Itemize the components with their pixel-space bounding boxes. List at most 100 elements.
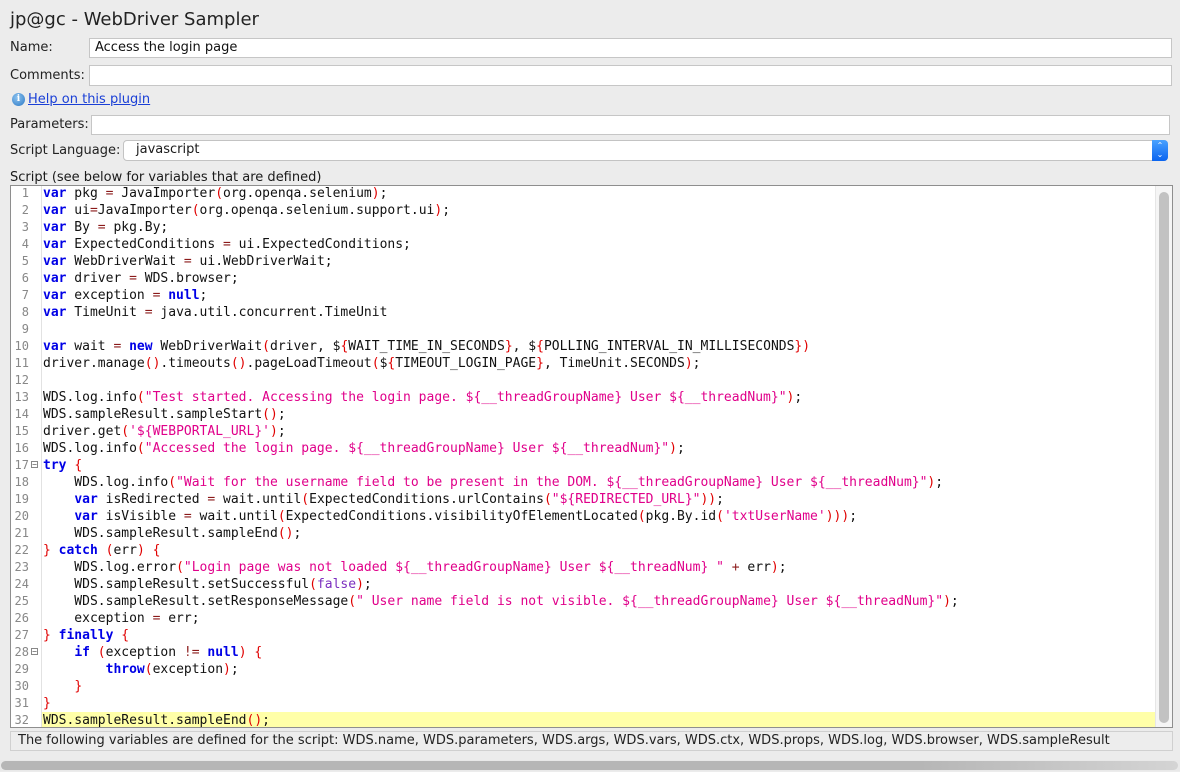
- code-text: var wait = new WebDriverWait(driver, ${W…: [43, 339, 811, 354]
- code-line[interactable]: 16 WDS.log.info("Accessed the login page.…: [11, 440, 1156, 457]
- code-line[interactable]: 15 driver.get('${WEBPORTAL_URL}');: [11, 423, 1156, 440]
- code-line[interactable]: 26 exception = err;: [11, 610, 1156, 627]
- comments-input[interactable]: [89, 65, 1172, 86]
- line-number: 14: [14, 407, 29, 421]
- code-line[interactable]: 14 WDS.sampleResult.sampleStart();: [11, 406, 1156, 423]
- code-text: WDS.log.info("Accessed the login page. $…: [43, 441, 685, 456]
- up-down-chevron-icon[interactable]: ⌃ ⌄: [1152, 140, 1168, 161]
- code-line[interactable]: 13 WDS.log.info("Test started. Accessing …: [11, 389, 1156, 406]
- code-line[interactable]: 1 var pkg = JavaImporter(org.openqa.selen…: [11, 186, 1156, 202]
- line-number: 17: [14, 458, 29, 472]
- name-input[interactable]: [89, 38, 1172, 58]
- line-number: 1: [21, 186, 29, 200]
- code-text: WDS.log.info("Wait for the username fiel…: [43, 475, 944, 490]
- code-text: var ui=JavaImporter(org.openqa.selenium.…: [43, 203, 451, 218]
- vertical-scrollbar-thumb[interactable]: [1159, 192, 1169, 723]
- line-number: 32: [14, 713, 29, 727]
- parameters-label: Parameters:: [10, 117, 89, 132]
- code-text: driver.manage().timeouts().pageLoadTimeo…: [43, 356, 701, 371]
- code-line[interactable]: 28− if (exception != null) {: [11, 644, 1156, 661]
- line-number: 28: [14, 645, 29, 659]
- code-line[interactable]: 23 WDS.log.error("Login page was not loa…: [11, 559, 1156, 576]
- line-number: 2: [21, 203, 29, 217]
- code-line[interactable]: 32 WDS.sampleResult.sampleEnd();: [11, 712, 1156, 727]
- code-text: WDS.sampleResult.setResponseMessage(" Us…: [43, 594, 959, 609]
- collapse-icon[interactable]: −: [31, 461, 38, 469]
- code-line[interactable]: 18 WDS.log.info("Wait for the username f…: [11, 474, 1156, 491]
- name-label: Name:: [10, 40, 53, 55]
- line-number: 23: [14, 560, 29, 574]
- horizontal-scrollbar[interactable]: [0, 760, 1180, 771]
- code-line[interactable]: 31}: [11, 695, 1156, 712]
- code-text: WDS.sampleResult.setSuccessful(false);: [43, 577, 372, 592]
- variables-info-bar: The following variables are defined for …: [10, 731, 1173, 751]
- code-text: WDS.sampleResult.sampleEnd();: [42, 712, 1156, 727]
- code-line[interactable]: 21 WDS.sampleResult.sampleEnd();: [11, 525, 1156, 542]
- line-number: 3: [21, 220, 29, 234]
- vertical-scrollbar[interactable]: [1155, 186, 1172, 727]
- code-text: WDS.sampleResult.sampleEnd();: [43, 526, 302, 541]
- line-number: 19: [14, 492, 29, 506]
- line-number: 5: [21, 254, 29, 268]
- code-text: }: [43, 696, 51, 711]
- line-number: 29: [14, 662, 29, 676]
- line-number: 6: [21, 271, 29, 285]
- line-number: 16: [14, 441, 29, 455]
- code-line[interactable]: 9: [11, 321, 1156, 338]
- code-line[interactable]: 11 driver.manage().timeouts().pageLoadTim…: [11, 355, 1156, 372]
- help-link[interactable]: Help on this plugin: [28, 92, 150, 107]
- line-number: 11: [14, 356, 29, 370]
- code-text: var By = pkg.By;: [43, 220, 169, 235]
- code-line[interactable]: 20 var isVisible = wait.until(ExpectedCo…: [11, 508, 1156, 525]
- code-line[interactable]: 12: [11, 372, 1156, 389]
- code-line[interactable]: 7 var exception = null;: [11, 287, 1156, 304]
- code-text: WDS.sampleResult.sampleStart();: [43, 407, 286, 422]
- code-line[interactable]: 17− try {: [11, 457, 1156, 474]
- script-language-select[interactable]: javascript ⌃ ⌄: [123, 140, 1168, 161]
- code-text: var isRedirected = wait.until(ExpectedCo…: [74, 492, 724, 507]
- line-number: 22: [14, 543, 29, 557]
- horizontal-scrollbar-thumb[interactable]: [1, 761, 1178, 770]
- code-line[interactable]: 8 var TimeUnit = java.util.concurrent.Tim…: [11, 304, 1156, 321]
- line-number: 26: [14, 611, 29, 625]
- collapse-icon[interactable]: −: [31, 648, 38, 656]
- code-text: WDS.log.error("Login page was not loaded…: [43, 560, 787, 575]
- line-number: 12: [14, 373, 29, 387]
- parameters-input[interactable]: [91, 115, 1170, 135]
- comments-label: Comments:: [10, 68, 85, 83]
- line-number: 7: [21, 288, 29, 302]
- window-title: jp@gc - WebDriver Sampler: [10, 9, 259, 30]
- code-text: var driver = WDS.browser;: [43, 271, 239, 286]
- code-line[interactable]: 22} catch (err) {: [11, 542, 1156, 559]
- help-link-row: i Help on this plugin: [12, 92, 150, 107]
- line-number: 27: [14, 628, 29, 642]
- line-number: 25: [14, 594, 29, 608]
- script-editor[interactable]: 1 var pkg = JavaImporter(org.openqa.selen…: [10, 185, 1173, 728]
- code-line[interactable]: 5 var WebDriverWait = ui.WebDriverWait;: [11, 253, 1156, 270]
- code-text: var pkg = JavaImporter(org.openqa.seleni…: [43, 186, 388, 201]
- code-line[interactable]: 2 var ui=JavaImporter(org.openqa.selenium…: [11, 202, 1156, 219]
- code-line[interactable]: 6 var driver = WDS.browser;: [11, 270, 1156, 287]
- code-line[interactable]: 25 WDS.sampleResult.setResponseMessage("…: [11, 593, 1156, 610]
- code-text: }: [74, 679, 83, 694]
- code-line[interactable]: 19 var isRedirected = wait.until(Expecte…: [11, 491, 1156, 508]
- info-icon: i: [12, 93, 25, 106]
- code-text: } finally {: [43, 628, 130, 643]
- code-lines[interactable]: 1 var pkg = JavaImporter(org.openqa.selen…: [11, 186, 1156, 727]
- line-number: 13: [14, 390, 29, 404]
- code-line[interactable]: 10 var wait = new WebDriverWait(driver, $…: [11, 338, 1156, 355]
- code-line[interactable]: 3 var By = pkg.By;: [11, 219, 1156, 236]
- code-line[interactable]: 27 } finally {: [11, 627, 1156, 644]
- line-number: 10: [14, 339, 29, 353]
- line-number: 24: [14, 577, 29, 591]
- line-number: 30: [14, 679, 29, 693]
- code-line[interactable]: 24 WDS.sampleResult.setSuccessful(false)…: [11, 576, 1156, 593]
- code-text: try {: [43, 458, 83, 473]
- code-text: driver.get('${WEBPORTAL_URL}');: [43, 424, 286, 439]
- code-text: WDS.log.info("Test started. Accessing th…: [43, 390, 803, 405]
- code-line[interactable]: 29 throw(exception);: [11, 661, 1156, 678]
- code-line[interactable]: 30 }: [11, 678, 1156, 695]
- script-language-label: Script Language:: [10, 143, 121, 158]
- code-line[interactable]: 4 var ExpectedConditions = ui.ExpectedCon…: [11, 236, 1156, 253]
